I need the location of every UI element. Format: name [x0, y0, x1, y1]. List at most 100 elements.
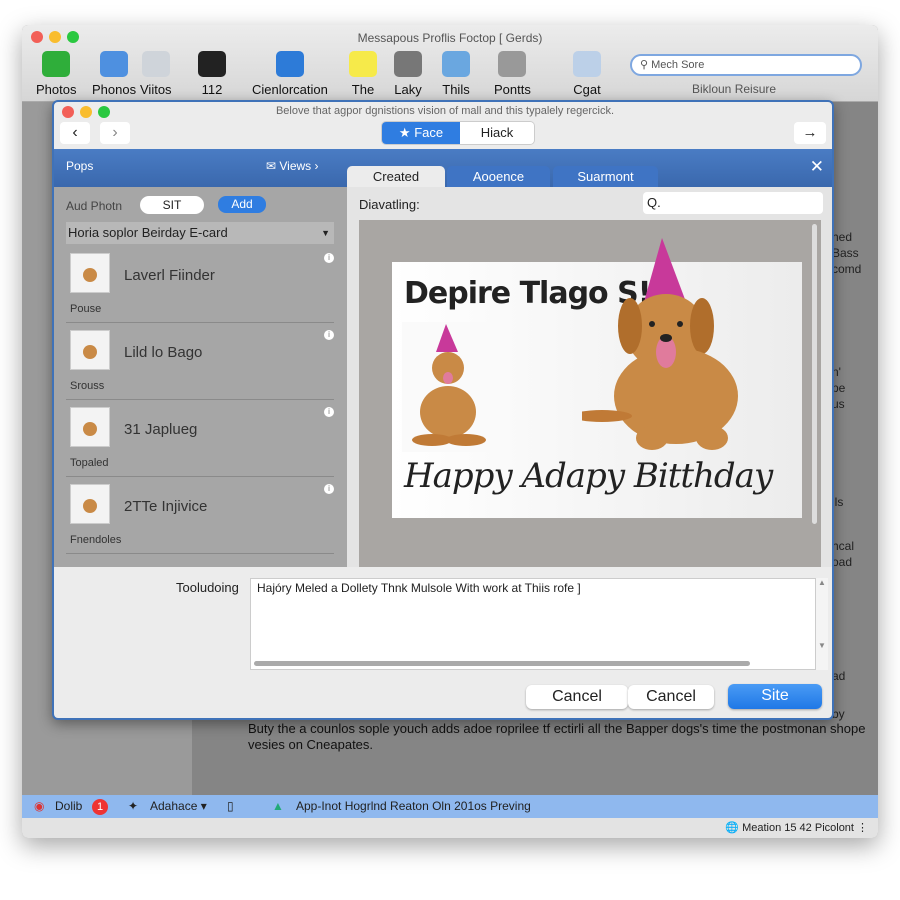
item-title: 31 Japlueg — [124, 421, 198, 438]
info-icon[interactable]: i — [324, 484, 334, 494]
toolbar-item-label: 112 — [201, 82, 223, 97]
more-icon[interactable]: ⋮ — [857, 818, 868, 838]
item-subtitle: Fnendoles — [70, 534, 122, 546]
status-bar: ◉ Dolib 1 ✦ Adahace ▾ ▯ ▲ App-Inot Hogrl… — [22, 795, 878, 818]
footer-text: 🌐 Meation 15 42 Picolont — [725, 822, 854, 834]
toolbar-item-4[interactable]: Cienlorcation — [252, 51, 328, 97]
toolbar-item-label: Viitos — [140, 82, 172, 97]
photo-thumbnail — [70, 330, 110, 370]
close-icon[interactable]: ✕ — [810, 157, 824, 177]
search-caption: Bikloun Reisure — [692, 82, 777, 96]
status-icon: ◉ — [34, 799, 45, 813]
segment-face[interactable]: ★ Face — [382, 122, 460, 144]
app-icon — [573, 51, 601, 77]
sit-toggle[interactable]: SIT — [140, 196, 204, 214]
toolbar-item-1[interactable]: Phonos — [92, 51, 136, 97]
footer-bar: 🌐 Meation 15 42 Picolont ⋮ — [22, 818, 878, 838]
item-subtitle: Pouse — [70, 303, 102, 315]
adahace-dropdown[interactable]: Adahace ▾ — [150, 795, 207, 818]
status-message: App-Inot Hogrlnd Reaton Oln 201os Previn… — [296, 799, 531, 813]
app-icon — [275, 51, 304, 77]
ecard: Depire Tlago S! Happy Adapy Bitthday — [392, 238, 802, 518]
share-arrow-button[interactable]: → — [794, 122, 826, 144]
toolbar-item-2[interactable]: Viitos — [140, 51, 172, 97]
photo-thumbnail — [70, 484, 110, 524]
app-icon — [198, 51, 226, 77]
small-dog-photo — [402, 322, 498, 452]
search-input[interactable]: ⚲ Mech Sore — [630, 54, 862, 76]
toolbar-item-6[interactable]: Laky — [394, 51, 422, 97]
preview-search-input[interactable]: Q. — [643, 192, 823, 214]
tool-icon: ✦ — [128, 799, 139, 813]
tab-created[interactable]: Created — [347, 166, 445, 187]
message-textarea[interactable]: Hajóry Meled a Dollety Thnk Mulsole With… — [250, 578, 816, 670]
back-button[interactable]: ‹ — [60, 122, 90, 144]
background-paragraph: Buty the a counlos sople youch adds adoe… — [248, 721, 866, 752]
cancel-button[interactable]: Cancel — [526, 685, 628, 709]
add-button[interactable]: Add — [218, 196, 266, 213]
views-button[interactable]: ✉ Views › — [266, 159, 319, 173]
search-placeholder: Mech Sore — [651, 59, 705, 71]
card-canvas: Depire Tlago S! Happy Adapy Bitthday — [359, 220, 821, 567]
toolbar-item-3[interactable]: 112 — [198, 51, 226, 97]
toolbar-item-label: Pontts — [494, 82, 531, 97]
app-icon — [42, 51, 71, 77]
cancel-button-2[interactable]: Cancel — [628, 685, 714, 709]
ecard-dropdown[interactable]: Horia soplor Beirday E-card ▼ — [66, 222, 334, 244]
item-subtitle: Srouss — [70, 380, 105, 392]
photo-thumbnail — [70, 253, 110, 293]
info-icon[interactable]: i — [324, 330, 334, 340]
app-icon — [141, 51, 170, 77]
preview-panel: Diavatling: Q. Depire Tlago S! Happy Ada… — [347, 187, 832, 567]
background-text-fragment: comd — [832, 262, 862, 276]
toolbar-item-7[interactable]: Thils — [442, 51, 470, 97]
header-title: Pops — [66, 159, 94, 173]
tab-suarmont[interactable]: Suarmont — [553, 166, 658, 187]
segment-hiack[interactable]: Hiack — [460, 122, 534, 144]
window-title: Messapous Proflis Foctop [ Gerds) — [357, 31, 543, 45]
list-item[interactable]: Laverl Fiinder Pouse i — [66, 247, 334, 323]
list-item[interactable]: 31 Japlueg Topaled i — [66, 401, 334, 477]
horizontal-scrollbar[interactable] — [254, 661, 750, 666]
background-text-fragment: oad — [832, 555, 853, 569]
background-text-fragment: ad — [832, 669, 846, 683]
footer-label: Meation 15 42 Picolont — [742, 822, 854, 834]
item-title: Laverl Fiinder — [124, 267, 215, 284]
add-photo-label: Aud Photn — [66, 199, 123, 213]
alert-icon: ▲ — [272, 799, 284, 813]
item-title: 2TTe Injivice — [124, 498, 208, 515]
trash-icon[interactable]: ▯ — [227, 795, 234, 818]
app-icon — [100, 51, 129, 77]
preview-scrollbar[interactable] — [812, 224, 817, 524]
toolbar-item-8[interactable]: Pontts — [494, 51, 531, 97]
toolbar-item-label: Thils — [442, 82, 470, 97]
segment-label: Face — [414, 125, 444, 140]
forward-button[interactable]: › — [100, 122, 130, 144]
large-dog-photo — [582, 238, 738, 450]
segmented-control: ★ Face Hiack — [382, 122, 534, 144]
list-item[interactable]: 2TTe Injivice Fnendoles i — [66, 478, 334, 554]
info-icon[interactable]: i — [324, 407, 334, 417]
toolbar-item-9[interactable]: Cgat — [573, 51, 601, 97]
toolbar-item-5[interactable]: The — [349, 51, 377, 97]
background-text-fragment: hcal — [832, 539, 855, 553]
app-icon — [349, 51, 377, 77]
info-icon[interactable]: i — [324, 253, 334, 263]
dialog-header: Pops ✉ Views › Created Aooence Suarmont … — [54, 149, 832, 187]
item-subtitle: Topaled — [70, 457, 109, 469]
app-icon — [498, 51, 527, 77]
list-item[interactable]: Lild lo Bago Srouss i — [66, 324, 334, 400]
background-text-fragment: Bass — [832, 246, 859, 260]
textarea-scrollbar[interactable]: ▲ ▼ — [816, 578, 828, 670]
status-item[interactable]: Dolib — [55, 795, 82, 818]
dialog-subtitle: Belove that agpor dgnistions vision of m… — [275, 105, 615, 117]
site-button[interactable]: Site — [728, 684, 822, 709]
toolbar-item-label: Phonos — [92, 82, 137, 97]
app-icon — [442, 51, 470, 77]
notification-badge: 1 — [92, 799, 108, 815]
tab-aooence[interactable]: Aooence — [447, 166, 550, 187]
toolbar-item-0[interactable]: Photos — [36, 51, 76, 97]
app-icon — [394, 51, 422, 77]
toolbar: Messapous Proflis Foctop [ Gerds) Photos… — [22, 25, 878, 102]
toolbar-item-label: Cienlorcation — [252, 82, 328, 97]
